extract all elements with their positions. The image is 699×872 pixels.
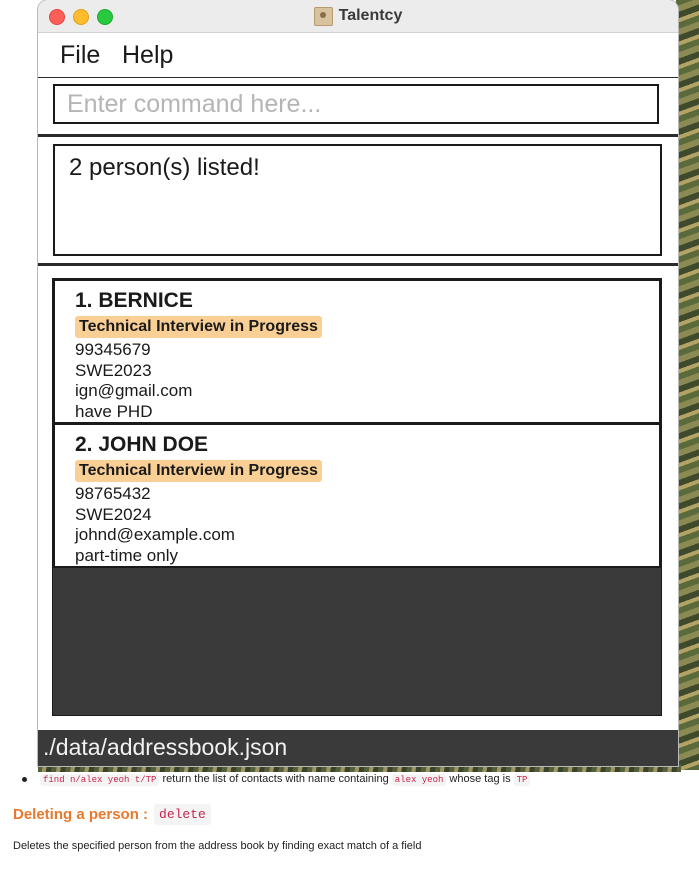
app-window: Talentcy File Help 2 person(s) listed! 1… xyxy=(38,0,678,766)
person-name: 2. JOHN DOE xyxy=(75,433,209,456)
inline-code: alex yeoh xyxy=(391,774,447,786)
inline-code: delete xyxy=(154,804,211,825)
section-heading-text: Deleting a person : xyxy=(13,806,149,823)
contacts-app-icon xyxy=(313,6,333,26)
window-title-group: Talentcy xyxy=(38,0,678,32)
menu-bar: File Help xyxy=(38,33,678,79)
person-card[interactable]: 2. JOHN DOE Technical Interview in Progr… xyxy=(53,423,661,568)
bullet-text-part: whose tag is xyxy=(446,773,514,785)
person-phone: 98765432 xyxy=(75,484,151,503)
person-list-pane: 1. BERNICE Technical Interview in Progre… xyxy=(38,266,678,730)
inline-code: find n/alex yeoh t/TP xyxy=(40,774,160,786)
result-display: 2 person(s) listed! xyxy=(53,144,662,256)
result-message: 2 person(s) listed! xyxy=(69,154,260,181)
window-title: Talentcy xyxy=(338,7,403,24)
result-pane: 2 person(s) listed! xyxy=(38,137,678,266)
menu-help[interactable]: Help xyxy=(122,41,173,70)
person-email: johnd@example.com xyxy=(75,525,235,544)
desktop-wallpaper xyxy=(676,0,699,770)
bullet-icon xyxy=(22,777,27,782)
person-role: SWE2024 xyxy=(75,504,152,524)
command-input[interactable] xyxy=(53,84,659,124)
command-pane xyxy=(38,78,678,137)
person-note: have PHD xyxy=(75,401,153,421)
bullet-text: find n/alex yeoh t/TP return the list of… xyxy=(40,773,531,786)
person-card[interactable]: 1. BERNICE Technical Interview in Progre… xyxy=(53,279,661,424)
person-name: 1. BERNICE xyxy=(75,289,193,312)
person-note: part-time only xyxy=(75,545,178,565)
storage-path: ./data/addressbook.json xyxy=(43,734,288,760)
status-bar: ./data/addressbook.json xyxy=(38,730,678,766)
menu-file[interactable]: File xyxy=(60,41,100,70)
inline-code: TP xyxy=(513,774,531,786)
person-phone: 99345679 xyxy=(75,340,151,359)
person-list[interactable]: 1. BERNICE Technical Interview in Progre… xyxy=(52,278,662,716)
section-heading: Deleting a person : delete xyxy=(13,804,211,825)
title-bar[interactable]: Talentcy xyxy=(38,0,678,33)
person-email: ign@gmail.com xyxy=(75,381,193,400)
person-role: SWE2023 xyxy=(75,360,152,380)
section-paragraph: Deletes the specified person from the ad… xyxy=(13,840,422,852)
bullet-text-part: return the list of contacts with name co… xyxy=(159,773,392,785)
person-tag: Technical Interview in Progress xyxy=(75,316,322,338)
person-tag: Technical Interview in Progress xyxy=(75,460,322,482)
